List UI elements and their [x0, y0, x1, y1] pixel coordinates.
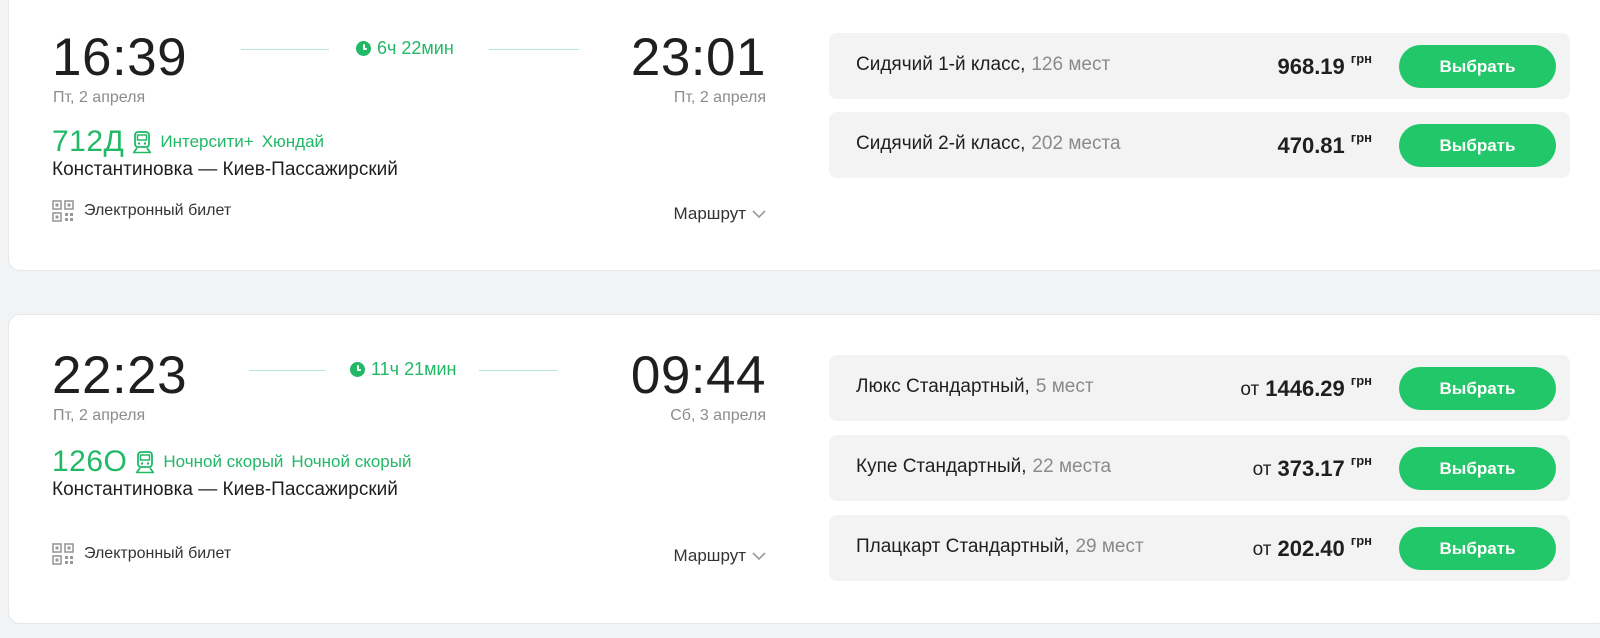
price-from-label: от [1252, 459, 1272, 480]
price-currency: грн [1350, 453, 1372, 468]
trip-card: 22:23 Пт, 2 апреля 11ч 21мин 09:44 Сб, 3… [8, 314, 1600, 624]
eticket-label: Электронный билет [84, 545, 232, 562]
select-button[interactable]: Выбрать [1399, 45, 1556, 88]
route-toggle-label: Маршрут [673, 204, 746, 223]
train-number: 126О [52, 445, 128, 478]
seat-class: Сидячий 2-й класс, [856, 133, 1026, 154]
trip-card: 16:39 Пт, 2 апреля 6ч 22мин 23:01 Пт, 2 … [8, 0, 1600, 271]
clock-icon [350, 362, 365, 377]
route-stations: Константиновка — Киев-Пассажирский [52, 479, 398, 500]
departure-date: Пт, 2 апреля [53, 407, 146, 424]
price-currency: грн [1350, 533, 1372, 548]
arrival-date: Пт, 2 апреля [673, 89, 766, 106]
price-value: 470.81 [1277, 133, 1345, 158]
price-currency: грн [1350, 51, 1372, 66]
train-model-label: Ночной скорый [291, 452, 412, 471]
seat-offer: Люкс Стандартный, 5 мест от 1446.29 грн В… [829, 355, 1570, 421]
departure-time: 22:23 [52, 346, 188, 405]
arrival-time: 09:44 [630, 346, 766, 405]
route-stations: Константиновка — Киев-Пассажирский [52, 159, 398, 180]
departure-date: Пт, 2 апреля [53, 89, 146, 106]
select-button[interactable]: Выбрать [1399, 124, 1556, 167]
qr-code-icon [52, 200, 74, 222]
arrival-time: 23:01 [630, 28, 766, 87]
qr-code-icon [52, 543, 74, 565]
duration-text: 6ч 22мин [377, 38, 454, 58]
offer-price: от 373.17 грн [1253, 453, 1372, 482]
select-button[interactable]: Выбрать [1399, 527, 1556, 570]
route-toggle[interactable]: Маршрут [674, 546, 766, 566]
train-info: 126О Ночной скорый Ночной скорый [52, 445, 419, 479]
train-type-label: Интерсити+ [160, 132, 254, 151]
price-value: 968.19 [1277, 54, 1345, 79]
duration-text: 11ч 21мин [371, 359, 457, 379]
offer-price: 968.19 грн [1277, 51, 1372, 80]
train-number: 712Д [52, 125, 125, 158]
route-toggle[interactable]: Маршрут [674, 204, 766, 224]
duration-line-right [489, 49, 579, 50]
duration-line-left [249, 370, 325, 371]
seats-available: 5 мест [1035, 376, 1094, 397]
eticket-badge: Электронный билет [52, 200, 231, 222]
seat-class: Плацкарт Стандартный, [856, 536, 1070, 557]
offer-price: 470.81 грн [1277, 130, 1372, 159]
eticket-badge: Электронный билет [52, 543, 231, 565]
seat-offer: Купе Стандартный, 22 места от 373.17 грн … [829, 435, 1570, 501]
train-info: 712Д Интерсити+ Хюндай [52, 125, 332, 159]
train-icon [136, 451, 155, 474]
seat-offer: Сидячий 1-й класс, 126 мест 968.19 грн Вы… [829, 33, 1570, 99]
seats-available: 22 места [1032, 456, 1112, 477]
price-currency: грн [1350, 373, 1372, 388]
seat-class: Сидячий 1-й класс, [856, 54, 1026, 75]
offer-price: от 202.40 грн [1253, 533, 1372, 562]
train-icon [133, 131, 152, 154]
duration-line-right [479, 370, 557, 371]
offer-price: от 1446.29 грн [1240, 373, 1372, 402]
duration-line-left [241, 49, 329, 50]
price-from-label: от [1240, 379, 1260, 400]
seat-offer: Плацкарт Стандартный, 29 мест от 202.40 г… [829, 515, 1570, 581]
select-button[interactable]: Выбрать [1399, 447, 1556, 490]
seats-available: 29 мест [1075, 536, 1144, 557]
trip-duration: 11ч 21мин [350, 359, 456, 380]
eticket-label: Электронный билет [84, 202, 232, 219]
price-from-label: от [1252, 539, 1272, 560]
seats-available: 126 мест [1031, 54, 1111, 75]
seat-class: Люкс Стандартный, [856, 376, 1030, 397]
seat-offer: Сидячий 2-й класс, 202 места 470.81 грн В… [829, 112, 1570, 178]
departure-time: 16:39 [52, 28, 188, 87]
price-currency: грн [1350, 130, 1372, 145]
arrival-date: Сб, 3 апреля [670, 407, 766, 424]
price-value: 202.40 [1277, 536, 1345, 561]
chevron-down-icon [752, 210, 766, 219]
seat-class: Купе Стандартный, [856, 456, 1027, 477]
price-value: 373.17 [1277, 456, 1345, 481]
train-model-label: Хюндай [261, 132, 325, 151]
train-type-label: Ночной скорый [163, 452, 284, 471]
clock-icon [356, 41, 371, 56]
route-toggle-label: Маршрут [673, 546, 746, 565]
price-value: 1446.29 [1265, 376, 1345, 401]
select-button[interactable]: Выбрать [1399, 367, 1556, 410]
seats-available: 202 места [1031, 133, 1121, 154]
chevron-down-icon [752, 552, 766, 561]
trip-duration: 6ч 22мин [356, 38, 454, 59]
